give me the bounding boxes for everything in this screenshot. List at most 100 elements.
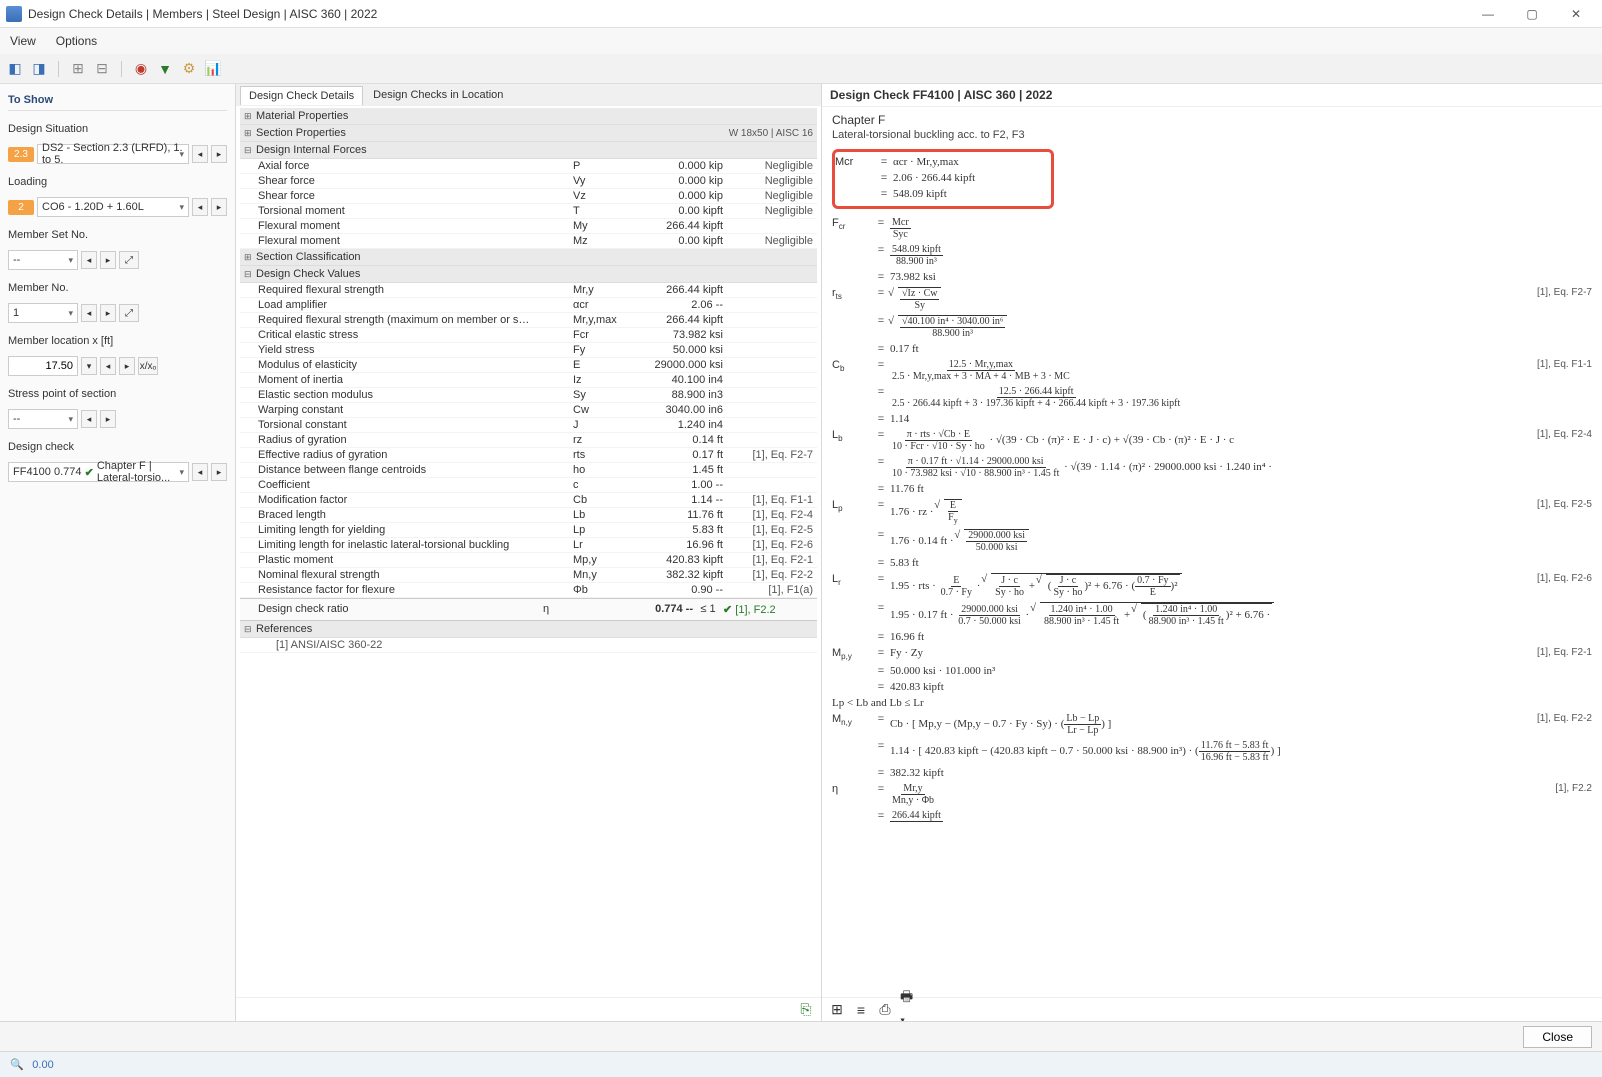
- right-icon-1[interactable]: ⊞: [828, 1001, 846, 1019]
- group-references[interactable]: ⊟ References: [240, 621, 817, 638]
- close-button[interactable]: Close: [1523, 1026, 1592, 1048]
- ms-prev-button[interactable]: ◂: [81, 251, 97, 269]
- menubar: View Options: [0, 28, 1602, 54]
- dc-prev-button[interactable]: ◂: [192, 463, 208, 481]
- titlebar: Design Check Details | Members | Steel D…: [0, 0, 1602, 28]
- ml-prev-button[interactable]: ◂: [100, 357, 116, 375]
- group-design-check-values[interactable]: ⊟ Design Check Values: [240, 266, 817, 283]
- mn-next-button[interactable]: ▸: [100, 304, 116, 322]
- loading-badge: 2: [8, 200, 34, 215]
- check-value-row: Limiting length for yieldingLp5.83 ft[1]…: [240, 523, 817, 538]
- check-value-row: Modification factorCb1.14 --[1], Eq. F1-…: [240, 493, 817, 508]
- bottom-bar: Close: [0, 1021, 1602, 1051]
- close-window-button[interactable]: ✕: [1556, 4, 1596, 24]
- status-bar: 🔍 0.00: [0, 1051, 1602, 1077]
- status-search-icon[interactable]: 🔍: [8, 1056, 26, 1074]
- sp-next-button[interactable]: ▸: [100, 410, 116, 428]
- app-window: Design Check Details | Members | Steel D…: [0, 0, 1602, 1077]
- mn-pick-button[interactable]: ⤢: [119, 304, 139, 322]
- toolbar-filter-icon[interactable]: ▼: [156, 60, 174, 78]
- check-value-row: Coefficientc1.00 --: [240, 478, 817, 493]
- member-set-dropdown[interactable]: --: [8, 250, 78, 270]
- center-tabs: Design Check Details Design Checks in Lo…: [236, 84, 821, 106]
- ml-next-button[interactable]: ▸: [119, 357, 135, 375]
- member-set-label: Member Set No.: [8, 229, 227, 241]
- toolbar-icon-1[interactable]: ◧: [6, 60, 24, 78]
- force-row: Torsional momentT0.00 kipftNegligible: [240, 204, 817, 219]
- member-loc-label: Member location x [ft]: [8, 335, 227, 347]
- loading-label: Loading: [8, 176, 227, 188]
- collapse-icon: ⊟: [244, 624, 256, 635]
- check-value-row: Critical elastic stressFcr73.982 ksi: [240, 328, 817, 343]
- force-row: Axial forceP0.000 kipNegligible: [240, 159, 817, 174]
- ml-dd-button[interactable]: ▾: [81, 357, 97, 375]
- check-ok-icon: ✔: [85, 466, 94, 479]
- design-situation-label: Design Situation: [8, 123, 227, 135]
- toolbar-icon-3[interactable]: ⊞: [69, 60, 87, 78]
- check-value-row: Load amplifierαcr2.06 --: [240, 298, 817, 313]
- check-value-row: Torsional constantJ1.240 in4: [240, 418, 817, 433]
- ds-next-button[interactable]: ▸: [211, 145, 227, 163]
- right-panel: Design Check FF4100 | AISC 360 | 2022 Ch…: [822, 84, 1602, 1021]
- left-panel: To Show Design Situation 2.3 DS2 - Secti…: [0, 84, 236, 1021]
- subchapter-label: Lateral-torsional buckling acc. to F2, F…: [832, 129, 1592, 141]
- member-no-dropdown[interactable]: 1: [8, 303, 78, 323]
- center-export-icon[interactable]: ⎘: [797, 1001, 815, 1019]
- group-section-properties[interactable]: ⊞ Section Properties W 18x50 | AISC 16: [240, 125, 817, 142]
- check-value-row: Radius of gyrationrz0.14 ft: [240, 433, 817, 448]
- design-check-dropdown[interactable]: FF4100 0.774 ✔ Chapter F | Lateral-torsi…: [8, 462, 189, 482]
- group-material-properties[interactable]: ⊞ Material Properties: [240, 108, 817, 125]
- dc-next-button[interactable]: ▸: [211, 463, 227, 481]
- collapse-icon: ⊟: [244, 145, 256, 156]
- right-print-icon[interactable]: 🖶▾: [900, 1001, 918, 1019]
- check-value-row: Required flexural strengthMr,y266.44 kip…: [240, 283, 817, 298]
- tab-design-checks-location[interactable]: Design Checks in Location: [365, 86, 511, 104]
- chapter-label: Chapter F: [832, 113, 1592, 127]
- window-title: Design Check Details | Members | Steel D…: [28, 7, 1468, 21]
- check-value-row: Modulus of elasticityE29000.000 ksi: [240, 358, 817, 373]
- right-content: Chapter F Lateral-torsional buckling acc…: [822, 107, 1602, 997]
- mn-prev-button[interactable]: ◂: [81, 304, 97, 322]
- ds-prev-button[interactable]: ◂: [192, 145, 208, 163]
- loading-dropdown[interactable]: CO6 - 1.20D + 1.60L: [37, 197, 189, 217]
- force-row: Flexural momentMy266.44 kipft: [240, 219, 817, 234]
- toolbar-icon-4[interactable]: ⊟: [93, 60, 111, 78]
- right-icon-3[interactable]: ⎙: [876, 1001, 894, 1019]
- menu-options[interactable]: Options: [52, 32, 101, 50]
- check-value-row: Required flexural strength (maximum on m…: [240, 313, 817, 328]
- ms-next-button[interactable]: ▸: [100, 251, 116, 269]
- sp-prev-button[interactable]: ◂: [81, 410, 97, 428]
- right-icon-2[interactable]: ≡: [852, 1001, 870, 1019]
- ml-x-button[interactable]: x/xₒ: [138, 357, 158, 375]
- maximize-button[interactable]: ▢: [1512, 4, 1552, 24]
- design-situation-badge: 2.3: [8, 147, 34, 162]
- status-units-icon[interactable]: 0.00: [34, 1056, 52, 1074]
- group-section-classification[interactable]: ⊞ Section Classification: [240, 249, 817, 266]
- minimize-button[interactable]: —: [1468, 4, 1508, 24]
- force-row: Flexural momentMz0.00 kipftNegligible: [240, 234, 817, 249]
- check-value-row: Warping constantCw3040.00 in6: [240, 403, 817, 418]
- toolbar-chart-icon[interactable]: 📊: [204, 60, 222, 78]
- toolbar: ◧ ◨ ⊞ ⊟ ◉ ▼ ⚙ 📊: [0, 54, 1602, 84]
- menu-view[interactable]: View: [6, 32, 40, 50]
- group-internal-forces[interactable]: ⊟ Design Internal Forces: [240, 142, 817, 159]
- check-value-row: Distance between flange centroidsho1.45 …: [240, 463, 817, 478]
- center-content: ⊞ Material Properties ⊞ Section Properti…: [236, 106, 821, 997]
- check-value-row: Plastic momentMp,y420.83 kipft[1], Eq. F…: [240, 553, 817, 568]
- main-area: To Show Design Situation 2.3 DS2 - Secti…: [0, 84, 1602, 1021]
- design-check-ratio-row: Design check ratio η 0.774 -- ≤ 1 ✔ [1],…: [240, 598, 817, 621]
- stress-point-dropdown[interactable]: --: [8, 409, 78, 429]
- check-value-row: Limiting length for inelastic lateral-to…: [240, 538, 817, 553]
- app-icon: [6, 6, 22, 22]
- toolbar-colors-icon[interactable]: ◉: [132, 60, 150, 78]
- design-situation-dropdown[interactable]: DS2 - Section 2.3 (LRFD), 1. to 5.: [37, 144, 189, 164]
- collapse-icon: ⊟: [244, 269, 256, 280]
- toolbar-icon-2[interactable]: ◨: [30, 60, 48, 78]
- member-loc-input[interactable]: [8, 356, 78, 376]
- load-prev-button[interactable]: ◂: [192, 198, 208, 216]
- tab-design-check-details[interactable]: Design Check Details: [240, 86, 363, 105]
- ms-pick-button[interactable]: ⤢: [119, 251, 139, 269]
- toolbar-settings-icon[interactable]: ⚙: [180, 60, 198, 78]
- load-next-button[interactable]: ▸: [211, 198, 227, 216]
- design-check-label: Design check: [8, 441, 227, 453]
